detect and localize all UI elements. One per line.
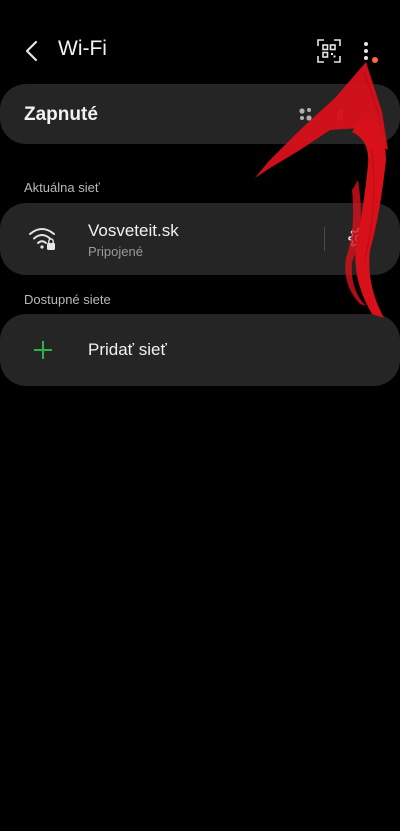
add-network-label: Pridať sieť [88,340,167,359]
gear-icon [348,227,370,250]
add-network-button[interactable]: Pridať sieť [0,314,400,386]
app-bar: Wi-Fi [0,26,400,76]
network-settings-button[interactable] [345,226,371,252]
item-divider [324,227,325,251]
qr-code-scan-icon [317,39,341,63]
back-button[interactable] [18,36,48,66]
available-networks-heading: Dostupné siete [24,292,111,307]
notification-dot [372,57,378,63]
chevron-left-icon [25,40,38,62]
toggle-switch[interactable] [333,108,343,122]
wifi-settings-screen: Wi-Fi Zapnuté Aktuálna sieť Vosveteit.sk… [0,0,400,831]
network-status: Pripojené [88,244,143,259]
plus-icon [34,341,52,359]
wifi-toggle-label: Zapnuté [24,104,98,125]
current-network-heading: Aktuálna sieť [24,180,100,195]
nearby-dots-icon [299,108,312,121]
current-network-item[interactable]: Vosveteit.sk Pripojené [0,203,400,275]
qr-scan-button[interactable] [316,38,342,64]
network-name: Vosveteit.sk [88,221,179,240]
page-title: Wi-Fi [58,37,107,60]
wifi-lock-icon [29,228,55,250]
